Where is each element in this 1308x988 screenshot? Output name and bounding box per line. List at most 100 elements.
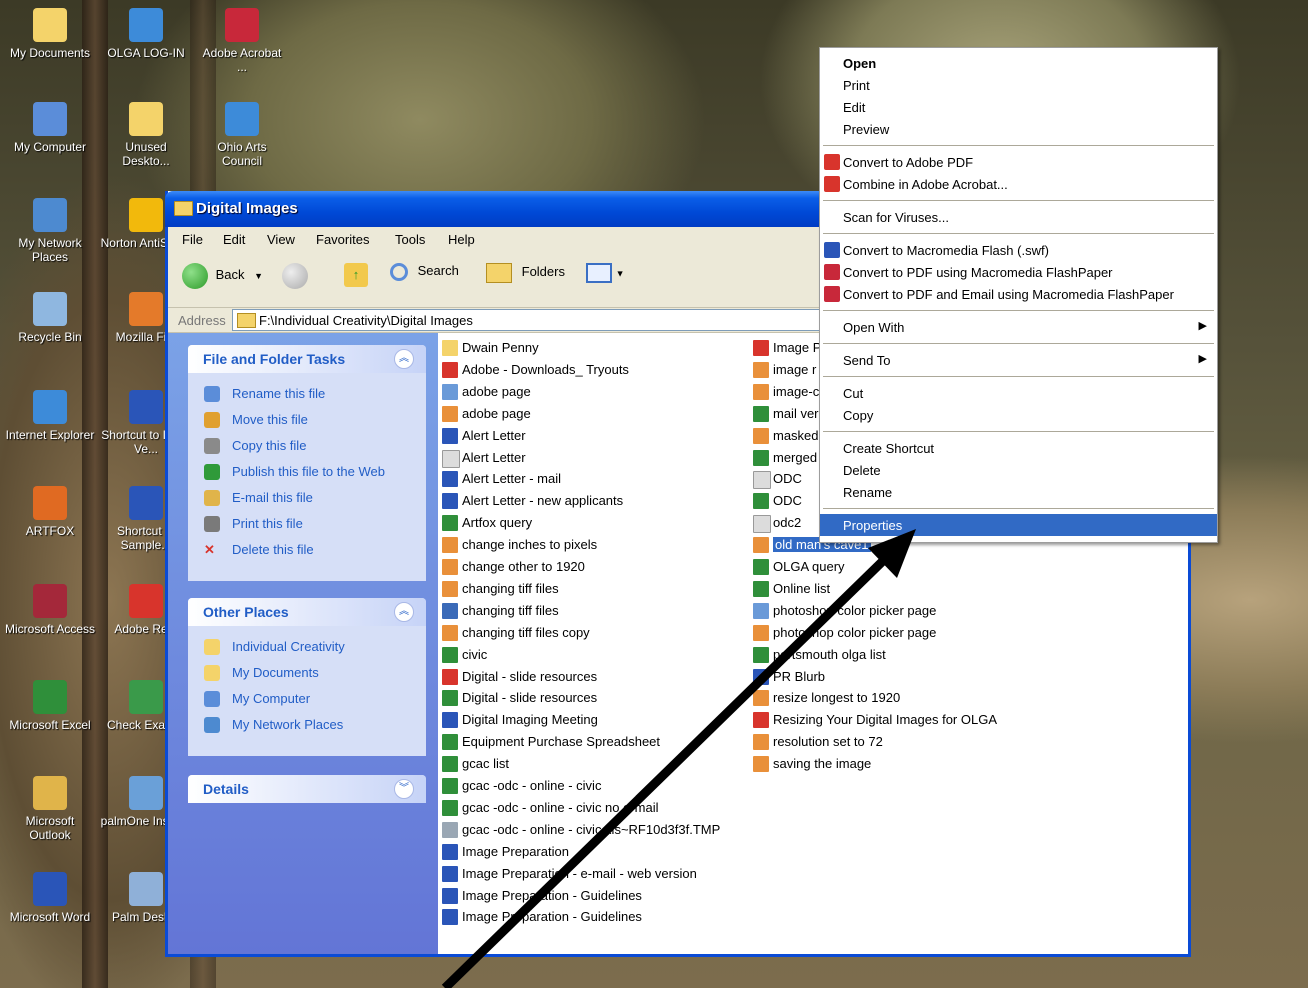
menu-item-open-with[interactable]: Open With ▶ [820, 316, 1217, 338]
task-move-this-file[interactable]: Move this file [188, 407, 426, 433]
collapse-icon[interactable]: ︽ [394, 602, 414, 622]
jpg-file-icon [753, 624, 769, 641]
file-name: Image Preparation - Guidelines [462, 909, 642, 925]
task-e-mail-this-file[interactable]: E-mail this file [188, 485, 426, 511]
jpg-file-icon [442, 537, 458, 554]
task-delete-this-file[interactable]: ✕ Delete this file [188, 537, 426, 563]
menu-item-create-shortcut[interactable]: Create Shortcut [820, 437, 1217, 459]
menu-separator [823, 376, 1214, 377]
folders-button[interactable]: Folders [486, 263, 576, 293]
desktop-icon-10[interactable]: Internet Explorer [4, 390, 96, 442]
ie-shortcut-icon [129, 8, 163, 42]
place-my-computer[interactable]: My Computer [188, 686, 426, 712]
file-name: saving the image [773, 756, 872, 772]
menu-item-send-to[interactable]: Send To ▶ [820, 349, 1217, 371]
word-file-icon [442, 471, 458, 488]
menu-favorites[interactable]: Favorites [316, 232, 369, 247]
place-my-documents[interactable]: My Documents [188, 660, 426, 686]
details-panel: Details ︾ [188, 775, 426, 803]
place-individual-creativity[interactable]: Individual Creativity [188, 634, 426, 660]
desktop-icon-label: My Network Places [18, 236, 82, 264]
file-folder-tasks-panel: File and Folder Tasks ︽ Rename this file… [188, 345, 426, 581]
place-my-network-places[interactable]: My Network Places [188, 712, 426, 738]
menu-item-properties[interactable]: Properties [820, 514, 1217, 536]
menu-item-scan-for-viruses[interactable]: Scan for Viruses... [820, 206, 1217, 228]
task-copy-this-file[interactable]: Copy this file [188, 433, 426, 459]
folder-icon [204, 665, 220, 681]
menu-item-rename[interactable]: Rename [820, 481, 1217, 503]
menu-item-print[interactable]: Print [820, 74, 1217, 96]
place-label: My Documents [232, 665, 319, 680]
chevron-down-icon[interactable]: ▼ [254, 271, 263, 281]
forward-arrow-icon [282, 263, 308, 289]
menu-item-combine-in-adobe-acrobat[interactable]: Combine in Adobe Acrobat... [820, 173, 1217, 195]
jpg-file-icon [442, 580, 458, 597]
task-publish-this-file-to-the-web[interactable]: Publish this file to the Web [188, 459, 426, 485]
collapse-icon[interactable]: ︽ [394, 349, 414, 369]
word-file-icon [442, 909, 458, 926]
up-button[interactable]: ↑ [344, 263, 374, 293]
menu-item-cut[interactable]: Cut [820, 382, 1217, 404]
menu-item-edit[interactable]: Edit [820, 96, 1217, 118]
desktop-icon-6[interactable]: My Network Places [4, 198, 96, 264]
folder-icon [129, 102, 163, 136]
menu-item-convert-to-pdf-using-macromedia-flashpaper[interactable]: Convert to PDF using Macromedia FlashPap… [820, 261, 1217, 283]
desktop-icon-1[interactable]: OLGA LOG-IN [100, 8, 192, 60]
desktop-icon-4[interactable]: Unused Deskto... [100, 102, 192, 168]
expand-icon[interactable]: ︾ [394, 779, 414, 799]
file-name: Digital - slide resources [462, 690, 598, 706]
desktop-icon-0[interactable]: My Documents [4, 8, 96, 60]
desktop-icon-3[interactable]: My Computer [4, 102, 96, 154]
file-name: Online list [773, 580, 831, 596]
file-name: OLGA query [773, 559, 845, 574]
task-print-this-file[interactable]: Print this file [188, 511, 426, 537]
forward-button[interactable] [282, 263, 332, 293]
menu-item-open[interactable]: Open [820, 52, 1217, 74]
search-label: Search [417, 263, 459, 279]
desktop-icon-label: Microsoft Outlook [25, 814, 75, 842]
desktop-icon-8[interactable]: Recycle Bin [4, 292, 96, 344]
task-label: E-mail this file [232, 490, 313, 505]
panel-header[interactable]: File and Folder Tasks ︽ [188, 345, 426, 373]
menu-item-convert-to-adobe-pdf[interactable]: Convert to Adobe PDF [820, 151, 1217, 173]
folder-icon [33, 8, 67, 42]
menu-item-preview[interactable]: Preview [820, 118, 1217, 140]
menu-file[interactable]: File [182, 232, 203, 247]
menu-item-delete[interactable]: Delete [820, 459, 1217, 481]
desktop-icon-5[interactable]: Ohio Arts Council [196, 102, 288, 168]
folder-file-icon [442, 340, 458, 356]
jpg-file-icon [753, 690, 769, 707]
menu-help[interactable]: Help [448, 232, 475, 247]
menu-item-convert-to-pdf-and-email-using-macromedia-flashpaper[interactable]: Convert to PDF and Email using Macromedi… [820, 283, 1217, 305]
back-button[interactable]: Back ▼ [182, 263, 272, 293]
desktop-icon-20[interactable]: Microsoft Word [4, 872, 96, 924]
artfox-icon [33, 486, 67, 520]
menu-edit[interactable]: Edit [223, 232, 245, 247]
desktop-icon-2[interactable]: Adobe Acrobat ... [196, 8, 288, 74]
menu-view[interactable]: View [267, 232, 295, 247]
desktop-icon-14[interactable]: Microsoft Access [4, 584, 96, 636]
jpg-file-icon [442, 559, 458, 575]
file-name: changing tiff files [462, 580, 559, 596]
menu-item-label: Copy [843, 408, 874, 423]
menu-tools[interactable]: Tools [395, 232, 425, 247]
views-button[interactable]: ▼ [586, 263, 630, 293]
task-rename-this-file[interactable]: Rename this file [188, 381, 426, 407]
file-name: Digital - slide resources [462, 668, 598, 684]
desktop-icon-16[interactable]: Microsoft Excel [4, 680, 96, 732]
ie-shortcut-icon [225, 102, 259, 136]
task-label: Print this file [232, 516, 303, 531]
file-name: adobe page [462, 405, 531, 421]
search-button[interactable]: Search [390, 263, 480, 293]
desktop-icon-12[interactable]: ARTFOX [4, 486, 96, 538]
panel-header[interactable]: Details ︾ [188, 775, 426, 803]
menu-item-label: Open [843, 56, 877, 71]
excel-file-icon [753, 405, 769, 422]
menu-item-convert-to-macromedia-flash-swf[interactable]: Convert to Macromedia Flash (.swf) [820, 239, 1217, 261]
menu-item-label: Convert to Adobe PDF [843, 155, 974, 170]
norton-icon [129, 198, 163, 232]
panel-header[interactable]: Other Places ︽ [188, 598, 426, 626]
panel-title: Details [203, 781, 249, 797]
menu-item-copy[interactable]: Copy [820, 404, 1217, 426]
desktop-icon-18[interactable]: Microsoft Outlook [4, 776, 96, 842]
